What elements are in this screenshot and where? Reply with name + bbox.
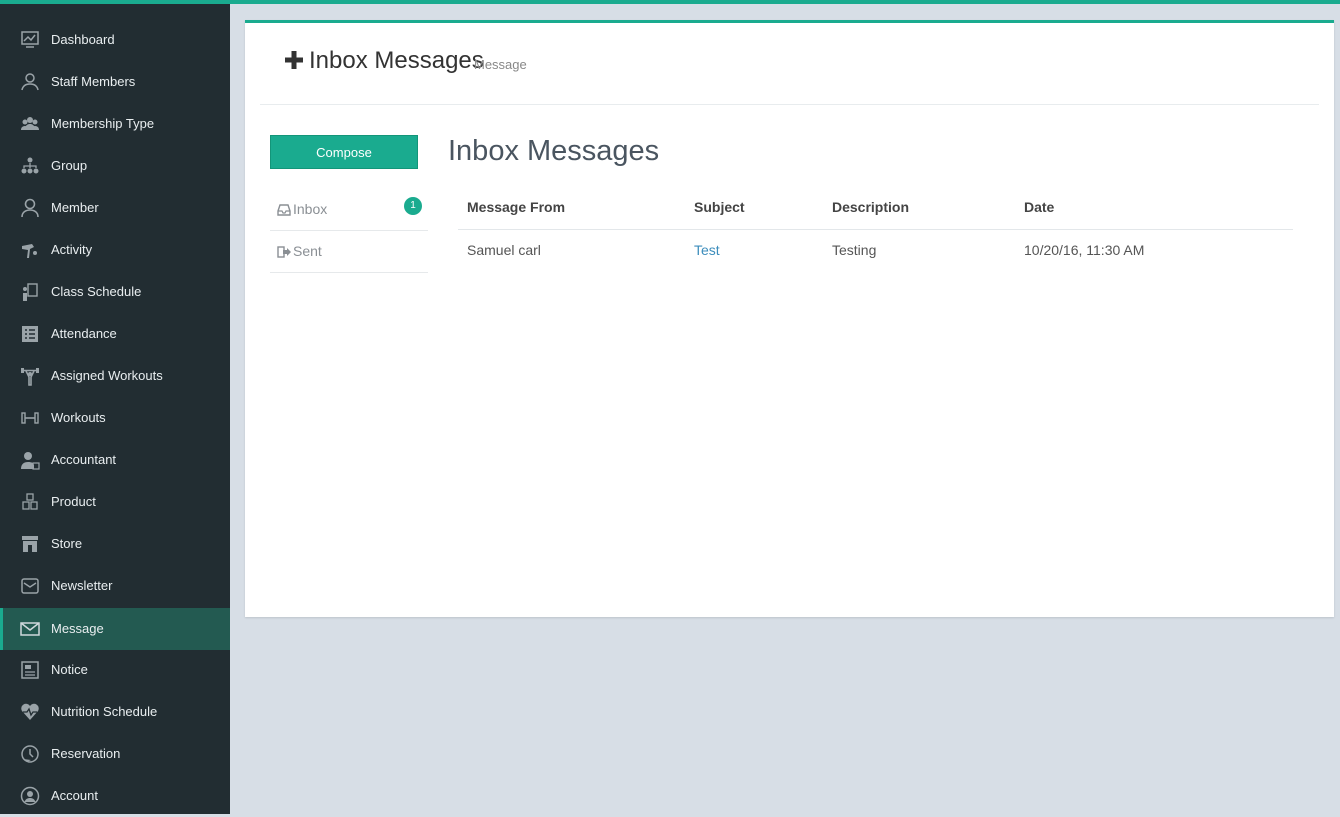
sidebar-item-message[interactable]: Message	[0, 608, 230, 650]
dumbbell-icon	[21, 412, 39, 424]
sidebar-item-label: Staff Members	[51, 74, 136, 89]
sidebar-item-label: Attendance	[51, 326, 117, 341]
sidebar-item-member[interactable]: Member	[0, 187, 230, 229]
sidebar-item-group[interactable]: Group	[0, 145, 230, 187]
member-icon	[21, 198, 39, 218]
table-header: Message From Subject Description Date	[458, 199, 1293, 230]
messages-table: Message From Subject Description Date Sa…	[458, 199, 1293, 268]
sidebar-item-label: Message	[51, 621, 104, 636]
header-divider	[260, 104, 1319, 105]
panel-header: Inbox Messages Message	[245, 23, 1334, 107]
compose-button[interactable]: Compose	[270, 135, 418, 169]
sign-out-icon	[277, 246, 291, 258]
staff-icon	[21, 73, 39, 91]
sidebar-item-label: Membership Type	[51, 116, 155, 131]
inbox-panel: Inbox Messages Message Compose Inbox 1 S…	[245, 20, 1334, 617]
sidebar-item-product[interactable]: Product	[0, 481, 230, 523]
column-header-subject: Subject	[694, 199, 745, 215]
page-title: Inbox Messages	[309, 47, 484, 74]
sidebar-item-label: Dashboard	[51, 32, 115, 47]
store-icon	[22, 536, 38, 552]
sidebar-item-reservation[interactable]: Reservation	[0, 733, 230, 775]
sidebar-item-label: Member	[51, 200, 99, 215]
account-icon	[20, 786, 40, 806]
sidebar-item-store[interactable]: Store	[0, 523, 230, 565]
sidebar-item-assigned-workouts[interactable]: Assigned Workouts	[0, 355, 230, 397]
sidebar-item-label: Assigned Workouts	[51, 368, 163, 383]
boxes-icon	[22, 493, 38, 510]
message-from: Samuel carl	[467, 242, 541, 258]
sidebar-item-label: Group	[51, 158, 88, 173]
message-subject-link[interactable]: Test	[694, 242, 720, 258]
sidebar-item-membership-type[interactable]: Membership Type	[0, 103, 230, 145]
message-date: 10/20/16, 11:30 AM	[1024, 242, 1145, 258]
column-header-date: Date	[1024, 199, 1055, 215]
message-description: Testing	[832, 242, 877, 258]
sidebar-item-label: Reservation	[51, 746, 121, 761]
sidebar-item-newsletter[interactable]: Newsletter	[0, 565, 230, 607]
sidebar-item-label: Nutrition Schedule	[51, 704, 158, 719]
group-users-icon	[21, 117, 39, 130]
class-schedule-icon	[23, 283, 38, 301]
sidebar-item-label: Account	[51, 788, 98, 803]
sidebar-item-label: Store	[51, 536, 83, 551]
table-row[interactable]: Samuel carl Test Testing 10/20/16, 11:30…	[458, 230, 1293, 268]
heart-pulse-icon	[21, 703, 39, 720]
envelope-icon	[20, 622, 40, 636]
reservation-icon	[21, 745, 39, 763]
hierarchy-icon	[21, 157, 39, 174]
sidebar-item-account[interactable]: Account	[0, 775, 230, 817]
sidebar-item-label: Product	[51, 494, 96, 509]
activity-icon	[22, 244, 37, 258]
inbox-icon	[277, 204, 291, 216]
sidebar-item-label: Workouts	[51, 410, 106, 425]
sidebar-item-label: Accountant	[51, 452, 117, 467]
folder-label: Sent	[293, 243, 322, 259]
messages-heading: Inbox Messages	[448, 135, 660, 167]
attendance-icon	[22, 326, 38, 342]
folder-inbox[interactable]: Inbox 1	[270, 189, 428, 231]
notice-icon	[21, 661, 39, 679]
plus-icon	[285, 51, 303, 69]
sidebar-item-accountant[interactable]: Accountant	[0, 439, 230, 481]
sidebar-item-label: Class Schedule	[51, 284, 142, 299]
sidebar-item-nutrition-schedule[interactable]: Nutrition Schedule	[0, 691, 230, 733]
column-header-description: Description	[832, 199, 910, 215]
weightlifter-icon	[21, 368, 39, 386]
sidebar-item-label: Notice	[51, 662, 88, 677]
sidebar-item-attendance[interactable]: Attendance	[0, 313, 230, 355]
sidebar-item-label: Newsletter	[51, 578, 113, 593]
sidebar-item-activity[interactable]: Activity	[0, 229, 230, 271]
sidebar-item-notice[interactable]: Notice	[0, 649, 230, 691]
sidebar-item-label: Activity	[51, 242, 93, 257]
sidebar-item-workouts[interactable]: Workouts	[0, 397, 230, 439]
dashboard-icon	[21, 31, 39, 48]
accountant-icon	[21, 452, 40, 470]
folder-sent[interactable]: Sent	[270, 231, 428, 273]
unread-count-badge: 1	[404, 197, 422, 215]
newsletter-icon	[21, 578, 39, 594]
sidebar-item-staff-members[interactable]: Staff Members	[0, 61, 230, 103]
column-header-from: Message From	[467, 199, 566, 215]
sidebar: Dashboard Staff Members Membership Type …	[0, 4, 230, 814]
folder-label: Inbox	[293, 201, 328, 217]
sidebar-item-class-schedule[interactable]: Class Schedule	[0, 271, 230, 313]
sidebar-item-dashboard[interactable]: Dashboard	[0, 19, 230, 61]
page-subtitle: Message	[474, 57, 527, 72]
